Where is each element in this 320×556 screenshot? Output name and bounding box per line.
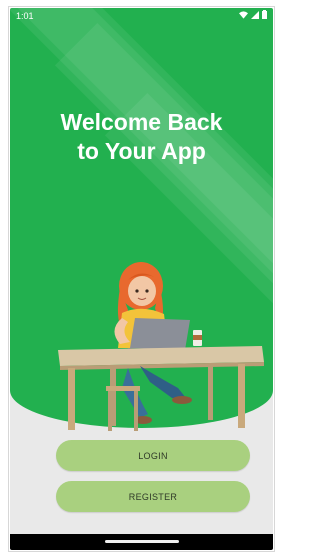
- navigation-bar: [10, 534, 273, 550]
- battery-icon: [262, 10, 267, 19]
- welcome-title-line2: to Your App: [77, 138, 206, 164]
- welcome-title-line1: Welcome Back: [60, 109, 223, 135]
- home-gesture-handle[interactable]: [104, 540, 179, 543]
- signal-icon: [251, 10, 259, 19]
- login-button-label: LOGIN: [138, 450, 168, 461]
- status-icons: [239, 10, 267, 19]
- register-button-label: REGISTER: [128, 491, 178, 502]
- status-bar: 1:01: [10, 8, 273, 24]
- welcome-title: Welcome Back to Your App: [10, 108, 273, 166]
- status-time: 1:01: [16, 11, 34, 21]
- girl-with-laptop-illustration: [58, 262, 264, 431]
- login-button[interactable]: LOGIN: [56, 440, 250, 471]
- register-button[interactable]: REGISTER: [56, 481, 250, 512]
- wifi-icon: [239, 10, 248, 19]
- app-screen: Welcome Back to Your App 1:01 LOGIN REGI…: [10, 8, 273, 550]
